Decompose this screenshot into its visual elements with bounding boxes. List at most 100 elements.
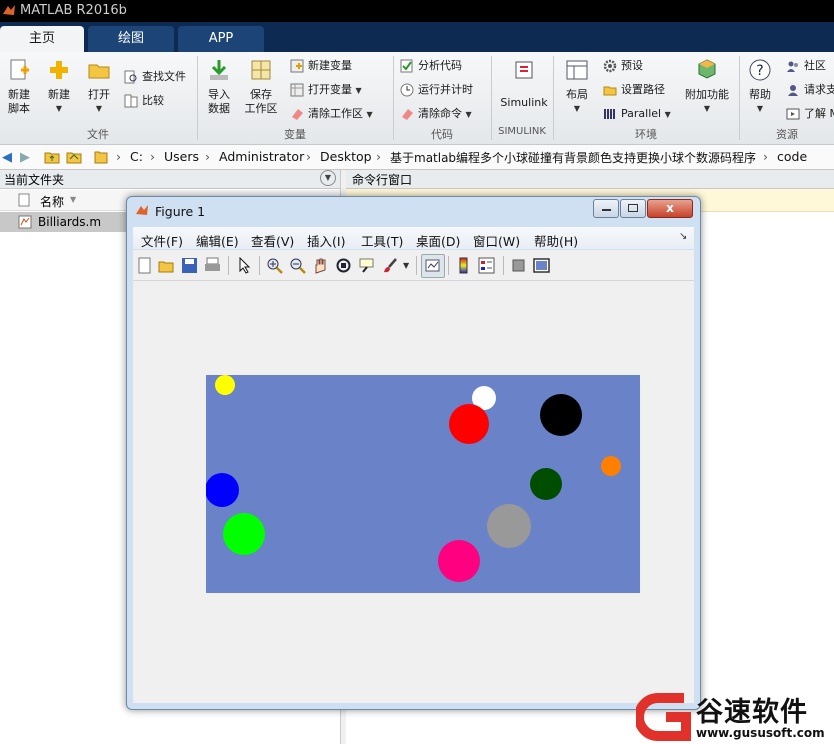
- set-path-button[interactable]: 设置路径: [603, 80, 665, 100]
- find-files-button[interactable]: 查找文件: [124, 67, 186, 87]
- tab-home[interactable]: 主页: [0, 26, 84, 52]
- simulink-label: Simulink: [500, 96, 548, 109]
- open-file-icon[interactable]: [158, 257, 175, 274]
- current-folder-header: 当前文件夹 ▼: [0, 170, 340, 189]
- save-icon[interactable]: [181, 257, 198, 274]
- preferences-button[interactable]: 预设: [603, 56, 643, 76]
- tab-apps[interactable]: APP: [178, 26, 264, 52]
- forward-arrow-icon[interactable]: ▶: [20, 150, 30, 165]
- pointer-icon[interactable]: [236, 257, 253, 274]
- breadcrumb-users[interactable]: Users: [164, 149, 199, 164]
- layout-button[interactable]: 布局 ▼: [560, 58, 594, 116]
- matlab-logo-icon: [136, 205, 148, 215]
- data-cursor-icon[interactable]: [358, 257, 375, 274]
- simulink-button[interactable]: Simulink: [498, 58, 550, 110]
- chevron-down-icon: ▼: [465, 110, 472, 119]
- column-name-header[interactable]: 名称: [40, 193, 64, 210]
- community-button[interactable]: 社区: [786, 56, 826, 76]
- colorbar-icon[interactable]: [455, 257, 472, 274]
- menu-edit[interactable]: 编辑(E): [196, 231, 239, 250]
- menu-insert[interactable]: 插入(I): [307, 231, 345, 250]
- ball-orange: [601, 456, 621, 476]
- compare-label: 比较: [142, 94, 164, 107]
- dock-arrow-icon[interactable]: ↘: [679, 231, 687, 242]
- help-button[interactable]: ? 帮助 ▼: [744, 58, 776, 116]
- new-variable-button[interactable]: 新建变量: [290, 56, 352, 76]
- rotate-3d-icon[interactable]: [335, 257, 352, 274]
- up-folder-icon[interactable]: [44, 150, 60, 164]
- new-button[interactable]: 新建 ▼: [42, 58, 76, 116]
- maximize-button[interactable]: [620, 199, 646, 218]
- find-files-label: 查找文件: [142, 70, 186, 83]
- group-variable-label: 变量: [284, 128, 306, 141]
- toolbar-divider: [228, 256, 229, 275]
- chevron-down-icon: ▼: [756, 104, 764, 113]
- figure-canvas[interactable]: [133, 281, 694, 703]
- zoom-in-icon[interactable]: [266, 257, 283, 274]
- preferences-label: 预设: [621, 59, 643, 72]
- new-figure-icon[interactable]: [136, 257, 153, 274]
- menu-view[interactable]: 查看(V): [251, 231, 294, 250]
- breadcrumb-separator: ›: [376, 149, 381, 164]
- menu-window[interactable]: 窗口(W): [473, 231, 520, 250]
- file-name: Billiards.m: [38, 215, 102, 229]
- chevron-down-icon: ▼: [703, 104, 711, 113]
- pan-hand-icon[interactable]: [312, 257, 329, 274]
- chevron-down-icon[interactable]: ▼: [403, 261, 409, 270]
- back-arrow-icon[interactable]: ◀: [2, 150, 12, 165]
- clear-commands-button[interactable]: 清除命令 ▼: [400, 104, 472, 124]
- figure-title: Figure 1: [155, 204, 206, 219]
- menu-help[interactable]: 帮助(H): [534, 231, 578, 250]
- eraser-icon: [402, 109, 413, 120]
- learn-matlab-button[interactable]: 了解 M: [786, 104, 834, 124]
- open-button[interactable]: 打开 ▼: [82, 58, 116, 116]
- menu-desktop[interactable]: 桌面(D): [416, 231, 460, 250]
- tab-plots[interactable]: 绘图: [88, 26, 174, 52]
- breadcrumb-administrator[interactable]: Administrator: [219, 149, 304, 164]
- chevron-down-icon: ▼: [664, 110, 671, 119]
- menu-tools[interactable]: 工具(T): [361, 231, 403, 250]
- browse-folder-icon[interactable]: [66, 150, 82, 164]
- link-plot-button[interactable]: [421, 254, 445, 278]
- add-ons-button[interactable]: 附加功能 ▼: [682, 58, 732, 116]
- run-and-time-button[interactable]: 运行并计时: [400, 80, 473, 100]
- figure-toolbar: ▼: [133, 250, 694, 281]
- menu-file[interactable]: 文件(F): [141, 231, 183, 250]
- breadcrumb-drive[interactable]: C:: [130, 149, 143, 164]
- parallel-button[interactable]: Parallel ▼: [603, 104, 671, 124]
- panel-menu-icon[interactable]: ▼: [320, 170, 336, 186]
- open-variable-button[interactable]: 打开变量 ▼: [290, 80, 362, 100]
- import-label-2: 数据: [208, 102, 230, 115]
- zoom-out-icon[interactable]: [289, 257, 306, 274]
- new-label: 新建: [48, 88, 70, 101]
- legend-icon[interactable]: [478, 257, 495, 274]
- hide-plot-tools-icon[interactable]: [510, 257, 527, 274]
- close-button[interactable]: x: [647, 199, 693, 218]
- toolbar-divider: [448, 256, 449, 275]
- save-workspace-button[interactable]: 保存 工作区: [242, 58, 280, 116]
- request-support-button[interactable]: 请求支: [786, 80, 834, 100]
- restore-icon: [628, 204, 638, 212]
- import-icon: [210, 60, 228, 80]
- eraser-icon: [292, 109, 303, 120]
- clear-workspace-button[interactable]: 清除工作区 ▼: [290, 104, 373, 124]
- print-icon[interactable]: [204, 257, 221, 274]
- save-label-2: 工作区: [244, 102, 278, 115]
- breadcrumb-desktop[interactable]: Desktop: [320, 149, 372, 164]
- compare-button[interactable]: 比较: [124, 91, 164, 111]
- minimize-button[interactable]: [593, 199, 619, 218]
- brush-icon[interactable]: [382, 257, 399, 274]
- command-window-title: 命令行窗口: [352, 173, 413, 187]
- analyze-code-button[interactable]: 分析代码: [400, 56, 462, 76]
- import-data-button[interactable]: 导入 数据: [202, 58, 236, 116]
- figure-menu-bar: 文件(F) 编辑(E) 查看(V) 插入(I) 工具(T) 桌面(D) 窗口(W…: [133, 227, 694, 249]
- breadcrumb-code[interactable]: code: [777, 149, 807, 164]
- toolbar-divider: [503, 256, 504, 275]
- plot-axes[interactable]: [206, 375, 640, 593]
- new-script-button[interactable]: 新建 脚本: [2, 58, 36, 116]
- folder-icon: [603, 86, 617, 96]
- breadcrumb-project-folder[interactable]: 基于matlab编程多个小球碰撞有背景颜色支持更换小球个数源码程序: [390, 149, 756, 166]
- ball-dark-green: [530, 468, 562, 500]
- show-plot-tools-icon[interactable]: [533, 257, 550, 274]
- group-file-label: 文件: [87, 128, 109, 141]
